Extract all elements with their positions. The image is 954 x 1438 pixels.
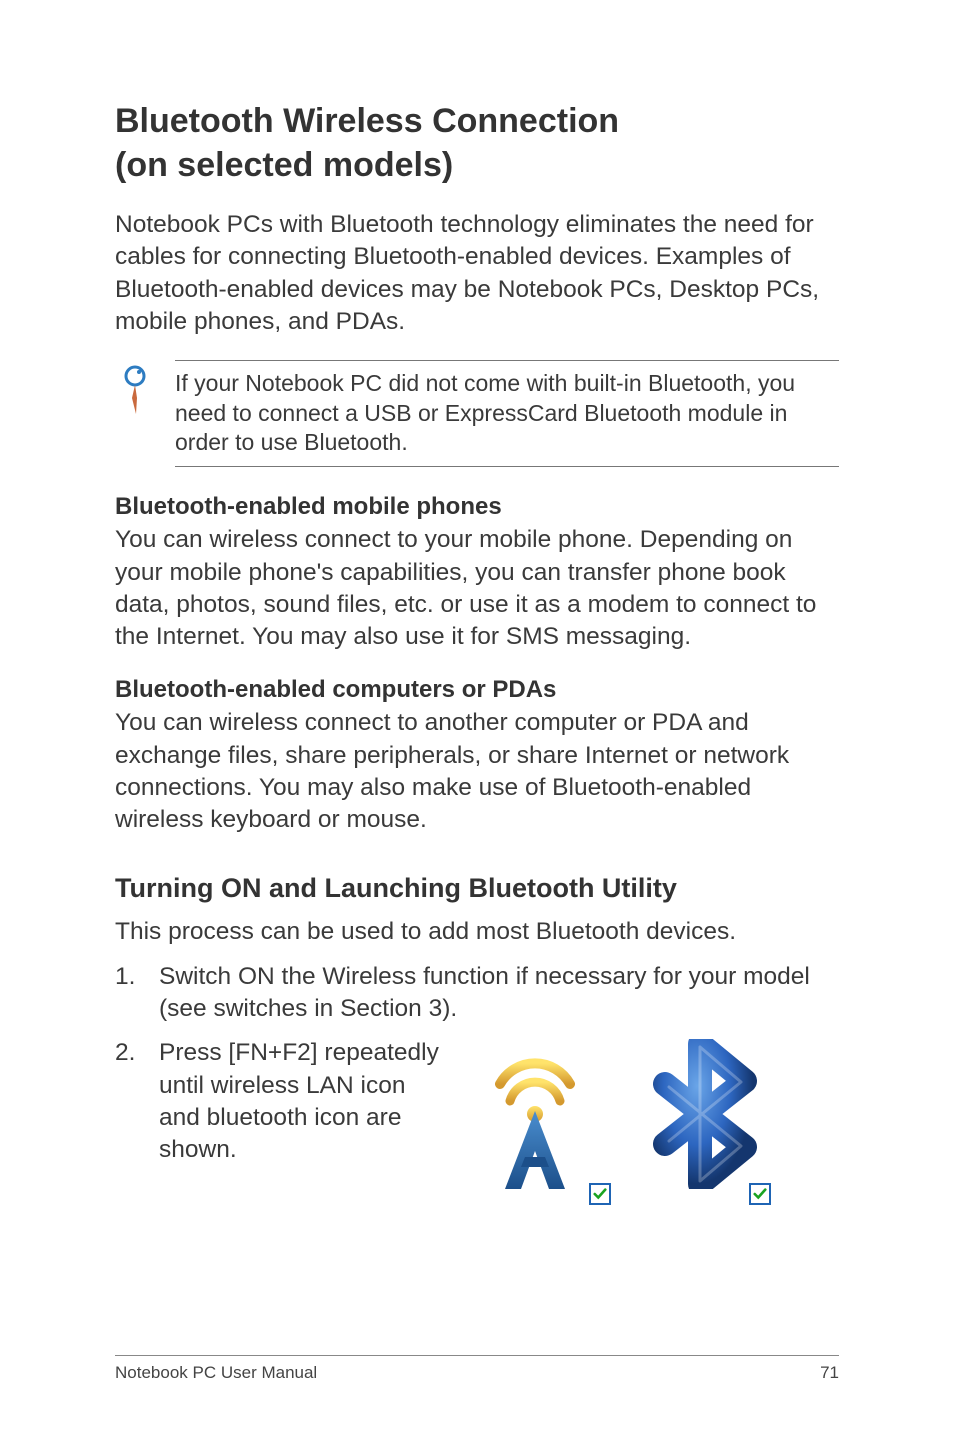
bluetooth-icon xyxy=(635,1039,765,1198)
section-body: You can wireless connect to your mobile … xyxy=(115,524,839,653)
intro-paragraph: Notebook PCs with Bluetooth technology e… xyxy=(115,209,839,338)
check-badge-icon xyxy=(589,1183,611,1205)
step-images xyxy=(465,1037,839,1198)
section-mobile-phones: Bluetooth-enabled mobile phones You can … xyxy=(115,491,839,654)
subheading: Turning ON and Launching Bluetooth Utili… xyxy=(115,871,839,907)
title-line1: Bluetooth Wireless Connection xyxy=(115,102,619,140)
pushpin-icon xyxy=(115,360,175,423)
footer-page-number: 71 xyxy=(820,1362,839,1384)
title-line2: (on selected models) xyxy=(115,146,453,184)
steps-list: 1. Switch ON the Wireless function if ne… xyxy=(115,961,839,1199)
footer-left: Notebook PC User Manual xyxy=(115,1362,317,1384)
page-title: Bluetooth Wireless Connection (on select… xyxy=(115,100,839,187)
step-2: 2. Press [FN+F2] repeatedly until wirele… xyxy=(115,1037,839,1198)
step-1: 1. Switch ON the Wireless function if ne… xyxy=(115,961,839,1026)
page-footer: Notebook PC User Manual 71 xyxy=(115,1355,839,1384)
section-computers-pdas: Bluetooth-enabled computers or PDAs You … xyxy=(115,674,839,837)
step-number: 2. xyxy=(115,1037,159,1198)
step-text: Press [FN+F2] repeatedly until wireless … xyxy=(159,1037,439,1166)
subintro: This process can be used to add most Blu… xyxy=(115,916,839,948)
section-heading: Bluetooth-enabled computers or PDAs xyxy=(115,674,839,706)
section-heading: Bluetooth-enabled mobile phones xyxy=(115,491,839,523)
step-number: 1. xyxy=(115,961,159,1026)
step-text: Switch ON the Wireless function if neces… xyxy=(159,961,839,1026)
note-text: If your Notebook PC did not come with bu… xyxy=(175,360,839,466)
check-badge-icon xyxy=(749,1183,771,1205)
wireless-lan-icon xyxy=(465,1039,605,1198)
note-block: If your Notebook PC did not come with bu… xyxy=(115,360,839,466)
section-body: You can wireless connect to another comp… xyxy=(115,707,839,836)
